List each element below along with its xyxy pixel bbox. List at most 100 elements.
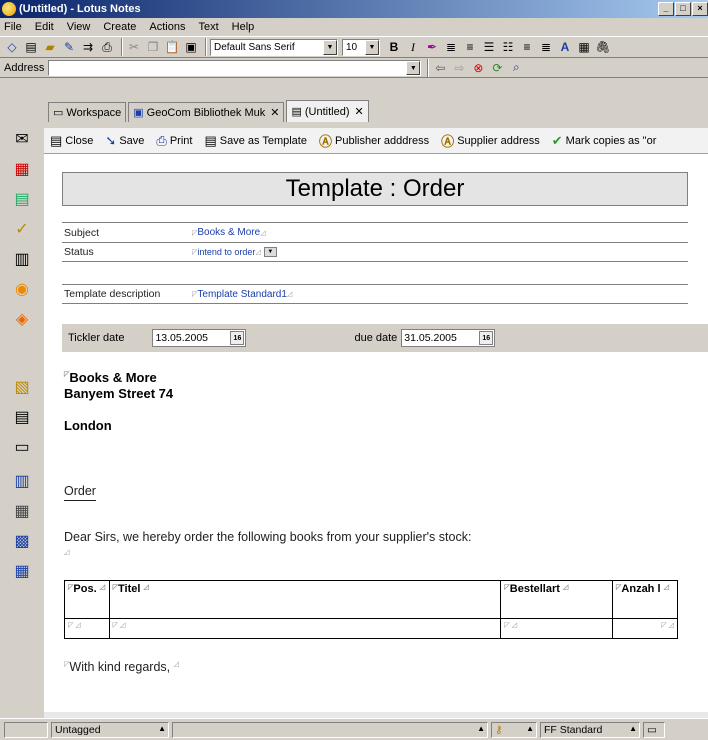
publisher-address-button[interactable]: Ⓐ Publisher adddress	[319, 131, 429, 150]
supplier-address-button[interactable]: Ⓐ Supplier address	[441, 131, 540, 150]
bullet-list-icon[interactable]: ☰	[481, 39, 497, 55]
folder-apps-icon[interactable]: ▥	[11, 470, 33, 492]
menu-text[interactable]: Text	[198, 21, 218, 33]
printer-icon: ⎙	[156, 132, 167, 148]
refresh-icon[interactable]: ⟳	[489, 60, 505, 76]
calendar-icon[interactable]: 16	[479, 331, 494, 345]
favorites-icon[interactable]: ◈	[11, 308, 33, 330]
address-input[interactable]: ▼	[48, 59, 422, 76]
menu-edit[interactable]: Edit	[35, 21, 54, 33]
page-title: Template : Order	[62, 172, 688, 206]
table-cell[interactable]: ◸ ◿	[612, 618, 678, 639]
attach-icon[interactable]: 🖇	[595, 39, 611, 55]
body-end-mark: ◿	[64, 549, 70, 556]
table-cell[interactable]: ◸ ◿	[108, 618, 502, 639]
stop-icon[interactable]: ⊗	[470, 60, 486, 76]
tab-row: ▭ Workspace ▣ GeoCom Bibliothek Muk ✕ ▤ (Unt…	[0, 100, 708, 124]
tickler-label: Tickler date	[68, 332, 125, 344]
forward-icon[interactable]: ⇉	[80, 39, 96, 55]
save-icon[interactable]: ▤	[23, 39, 39, 55]
bookmark-bar: ✉ ▦ ▤ ✓ ▥ ◉ ◈ ▧ ▤ ▭ ▥ ▦ ▩ ▦	[0, 124, 44, 712]
grid-icon[interactable]: ▦	[11, 560, 33, 582]
chevron-up-icon: ▲	[158, 723, 166, 733]
forward-nav-icon[interactable]: ⇨	[451, 60, 467, 76]
chevron-down-icon[interactable]: ▼	[406, 60, 421, 75]
open-icon[interactable]: ▰	[42, 39, 58, 55]
address-line-1: ◸Books & More	[64, 370, 157, 385]
indent-icon[interactable]: ≣	[443, 39, 459, 55]
todo-icon[interactable]: ✓	[11, 218, 33, 240]
checkmark-icon: ✔	[551, 132, 563, 148]
diamond-icon[interactable]: ◇	[4, 39, 20, 55]
paste-icon[interactable]: 📋	[164, 39, 180, 55]
menu-view[interactable]: View	[67, 21, 91, 33]
save-button[interactable]: ➘ Save	[105, 133, 144, 149]
text-color-icon[interactable]: A	[557, 39, 573, 55]
menu-actions[interactable]: Actions	[149, 21, 185, 33]
bold-icon[interactable]: B	[386, 39, 402, 55]
calendar-icon[interactable]: 16	[230, 331, 245, 345]
status-cell	[4, 721, 48, 738]
copy-icon[interactable]: ❐	[145, 39, 161, 55]
back-icon[interactable]: ⇦	[432, 60, 448, 76]
template-field[interactable]: Template Standard1	[197, 289, 287, 300]
closing-text: ◸With kind regards, ◿	[64, 660, 179, 674]
bookmark-workspace-icon[interactable]: ✉	[11, 128, 33, 150]
outdent-icon[interactable]: ≡	[462, 39, 478, 55]
due-date-field[interactable]: 31.05.2005 16	[401, 329, 496, 347]
tickler-date-field[interactable]: 13.05.2005 16	[152, 329, 247, 347]
addressbook-icon[interactable]: ▤	[11, 188, 33, 210]
subject-field[interactable]: Books & More	[197, 227, 260, 238]
font-size-select[interactable]: 10 ▼	[342, 38, 380, 56]
status-field[interactable]: intend to order	[197, 247, 255, 257]
table-cell[interactable]: ◸ ◿	[500, 618, 614, 639]
menu-create[interactable]: Create	[103, 21, 136, 33]
inbox-indicator[interactable]: ▭	[643, 721, 665, 738]
cut-icon[interactable]: ✂	[126, 39, 142, 55]
table-cell[interactable]: ◸ ◿	[64, 618, 110, 639]
menu-help[interactable]: Help	[232, 21, 255, 33]
status-dropdown-icon[interactable]: ▼	[263, 247, 277, 257]
tag-select[interactable]: Untagged ▲	[51, 721, 169, 738]
replicator-icon[interactable]: ▥	[11, 248, 33, 270]
edit-icon[interactable]: ✎	[61, 39, 77, 55]
paste-special-icon[interactable]: ▣	[183, 39, 199, 55]
close-button[interactable]: ▤ Close	[50, 133, 93, 149]
folder-favorites-icon[interactable]: ▧	[11, 376, 33, 398]
search-icon[interactable]: ⌕	[508, 60, 524, 76]
close-icon[interactable]: ✕	[355, 105, 364, 118]
numbered-list-icon[interactable]: ☷	[500, 39, 516, 55]
body-text[interactable]: Dear Sirs, we hereby order the following…	[64, 530, 471, 544]
folder-more-icon[interactable]: ▭	[11, 436, 33, 458]
italic-icon[interactable]: I	[405, 39, 421, 55]
table-header-row: ◸Pos. ◿ ◸Titel ◿ ◸Bestellart ◿ ◸Anzah l …	[64, 580, 678, 619]
folder-mail-icon[interactable]: ▦	[11, 500, 33, 522]
toolbar-separator	[121, 38, 123, 56]
tab-workspace[interactable]: ▭ Workspace	[48, 102, 127, 122]
folder-databases-icon[interactable]: ▤	[11, 406, 33, 428]
align-icon[interactable]: ≡	[519, 39, 535, 55]
maximize-button[interactable]: □	[675, 2, 691, 16]
table-icon[interactable]: ▦	[576, 39, 592, 55]
close-window-button[interactable]: ×	[692, 2, 708, 16]
tab-geocom-library[interactable]: ▣ GeoCom Bibliothek Muk ✕	[128, 102, 285, 122]
style-select[interactable]: FF Standard ▲	[540, 721, 640, 738]
mark-copies-button[interactable]: ✔ Mark copies as "or	[552, 133, 657, 149]
highlighter-icon[interactable]: ✒	[424, 39, 440, 55]
save-as-template-button[interactable]: ▤ Save as Template	[204, 133, 307, 149]
internet-icon[interactable]: ◉	[11, 278, 33, 300]
calendar-icon[interactable]: ▦	[11, 158, 33, 180]
minimize-button[interactable]: _	[658, 2, 674, 16]
close-icon[interactable]: ✕	[270, 106, 279, 119]
menu-bar: File Edit View Create Actions Text Help	[0, 18, 708, 36]
print-button[interactable]: ⎙ Print	[156, 133, 192, 149]
chevron-up-icon[interactable]: ▲	[477, 724, 485, 733]
security-indicator[interactable]: ⚷ ▲	[491, 721, 537, 738]
print-icon[interactable]: ⎙	[99, 39, 115, 55]
table-header: ◸Bestellart ◿	[500, 580, 614, 619]
menu-file[interactable]: File	[4, 21, 22, 33]
tab-untitled[interactable]: ▤ (Untitled) ✕	[286, 100, 369, 122]
spacing-icon[interactable]: ≣	[538, 39, 554, 55]
folder-notes-icon[interactable]: ▩	[11, 530, 33, 552]
font-select[interactable]: Default Sans Serif ▼	[210, 38, 338, 56]
